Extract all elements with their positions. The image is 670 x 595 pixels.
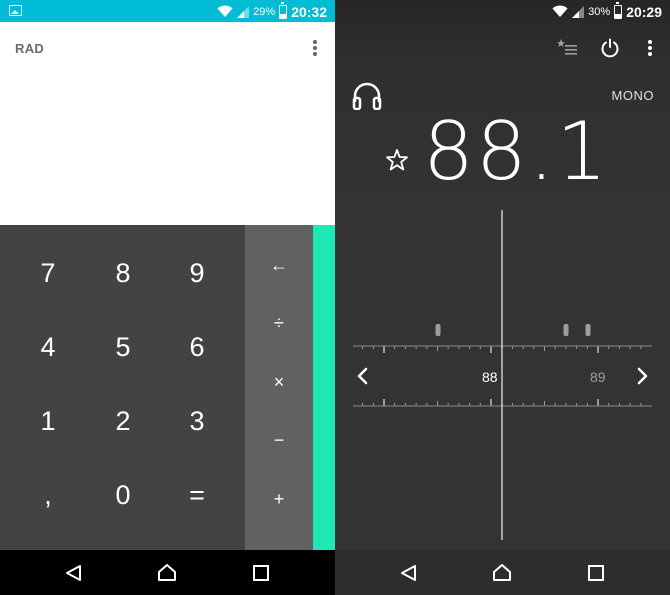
delete-button[interactable]: ← (245, 240, 313, 290)
clock: 20:29 (626, 3, 662, 20)
frequency-display: 88.1 (423, 105, 610, 198)
tick-label-88: 88 (482, 369, 498, 385)
key-9[interactable]: 9 (162, 243, 232, 303)
gallery-notification-icon (9, 5, 22, 16)
signal-icon (237, 5, 250, 18)
audio-mode-label: MONO (611, 88, 654, 103)
back-icon[interactable] (399, 563, 419, 583)
status-bar: 29% 20:32 (0, 0, 335, 22)
key-equals[interactable]: = (162, 465, 232, 525)
favorite-star-icon[interactable] (385, 148, 409, 177)
tick-label-89: 89 (590, 369, 606, 385)
add-button[interactable]: + (245, 474, 313, 524)
key-3[interactable]: 3 (162, 391, 232, 451)
key-7[interactable]: 7 (13, 243, 83, 303)
calculator-display: RAD (0, 22, 335, 225)
angle-mode-label: RAD (15, 41, 45, 56)
status-bar: 30% 20:29 (335, 0, 670, 22)
favorites-list-icon[interactable] (557, 38, 577, 61)
navigation-bar (335, 550, 670, 595)
recents-icon[interactable] (251, 563, 271, 583)
frequency-tuner[interactable]: 88 89 (335, 210, 670, 550)
key-8[interactable]: 8 (88, 243, 158, 303)
operator-pad: ← ÷ × − + (245, 225, 313, 550)
key-2[interactable]: 2 (88, 391, 158, 451)
key-0[interactable]: 0 (88, 465, 158, 525)
home-icon[interactable] (492, 563, 512, 583)
home-icon[interactable] (157, 563, 177, 583)
battery-percent: 29% (253, 5, 276, 18)
battery-icon (614, 1, 623, 19)
key-4[interactable]: 4 (13, 317, 83, 377)
divide-button[interactable]: ÷ (245, 298, 313, 348)
headphone-icon (352, 82, 382, 115)
battery-percent: 30% (588, 5, 611, 18)
station-marker (563, 324, 569, 336)
wifi-icon (217, 5, 233, 18)
more-options-icon[interactable] (312, 40, 318, 56)
power-icon[interactable] (600, 38, 620, 63)
advanced-panel-handle[interactable] (313, 225, 335, 550)
multiply-button[interactable]: × (245, 357, 313, 407)
clock: 20:32 (291, 3, 327, 20)
key-6[interactable]: 6 (162, 317, 232, 377)
signal-icon (572, 5, 585, 18)
more-options-icon[interactable] (647, 40, 653, 56)
calculator-screen: 29% 20:32 RAD 7 8 9 4 5 6 1 2 3, 0 = ← ÷ × − + (0, 0, 335, 595)
recents-icon[interactable] (586, 563, 606, 583)
navigation-bar (0, 550, 335, 595)
chevron-right-icon[interactable] (632, 366, 652, 386)
station-marker (585, 324, 591, 336)
wifi-icon (552, 5, 568, 18)
back-icon[interactable] (64, 563, 84, 583)
tuner-scale (353, 210, 652, 540)
subtract-button[interactable]: − (245, 415, 313, 465)
key-comma[interactable]: , (13, 465, 83, 525)
key-5[interactable]: 5 (88, 317, 158, 377)
battery-icon (279, 1, 288, 19)
chevron-left-icon[interactable] (353, 366, 373, 386)
key-1[interactable]: 1 (13, 391, 83, 451)
station-marker (435, 324, 441, 336)
number-pad: 7 8 9 4 5 6 1 2 3, 0 = (0, 225, 245, 550)
fm-radio-screen: MONO 88.1 88 89 (335, 0, 670, 550)
